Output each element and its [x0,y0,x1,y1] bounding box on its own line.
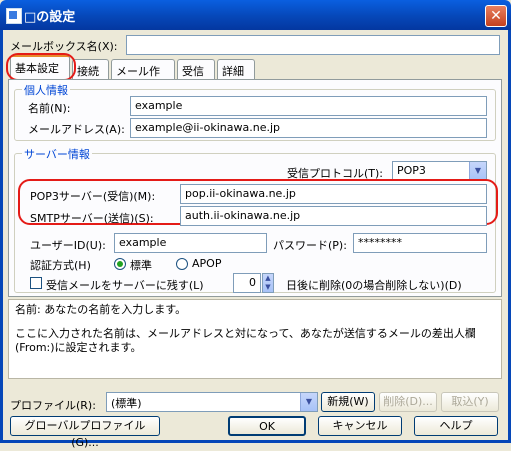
ok-button[interactable]: OK [228,416,306,436]
tab-compose[interactable]: メール作成 [111,59,175,94]
pop3-input[interactable]: pop.ii-okinawa.ne.jp [180,184,487,204]
userid-input[interactable]: example [114,233,267,253]
days-spinner[interactable]: ▲ ▼ [262,273,274,293]
protocol-select[interactable]: POP3 ▼ [392,161,487,181]
tab-receive[interactable]: 受信 [177,59,215,79]
help-button[interactable]: ヘルプ [414,416,498,436]
cancel-button[interactable]: キャンセル [318,416,402,436]
chevron-down-icon[interactable]: ▼ [300,393,317,411]
smtp-label: SMTPサーバー(送信)(S): [30,212,154,225]
description-line-1: 名前: あなたの名前を入力します。 [15,303,187,316]
smtp-input[interactable]: auth.ii-okinawa.ne.jp [180,206,487,226]
days-input[interactable]: 0 [233,273,261,293]
new-profile-button[interactable]: 新規(W) [321,392,375,412]
userid-label: ユーザーID(U): [30,239,106,252]
description-line-2: ここに入力された名前は、メールアドレスと対になって、あなたが送信するメールの差出… [15,327,476,354]
profile-select[interactable]: (標準) ▼ [106,392,318,412]
auth-standard-radio[interactable] [114,258,126,270]
name-label: 名前(N): [28,102,71,115]
name-input[interactable]: example [130,96,487,116]
pop3-label: POP3サーバー(受信)(M): [30,190,156,203]
personal-info-legend: 個人情報 [22,82,70,98]
app-icon [6,8,22,24]
global-profile-button[interactable]: グローバルプロファイル(G)... [10,416,160,449]
auth-apop-label: APOP [192,257,222,270]
description-box: 名前: あなたの名前を入力します。 ここに入力された名前は、メールアドレスと対に… [8,299,502,379]
mailbox-name-label: メールボックス名(X): [10,40,118,53]
server-info-legend: サーバー情報 [22,146,92,162]
tab-connection[interactable]: 接続 [72,59,109,79]
chevron-down-icon[interactable]: ▼ [469,162,486,180]
profile-value: (標準) [111,397,142,410]
tab-highlight-annotation [6,53,76,81]
mailbox-name-input[interactable] [126,35,500,55]
tab-advanced[interactable]: 詳細 [217,59,255,79]
leave-on-server-checkbox[interactable] [30,277,42,289]
email-input[interactable]: example@ii-okinawa.ne.jp [130,118,487,138]
email-label: メールアドレス(A): [28,123,125,136]
password-input[interactable]: ******** [353,233,487,253]
protocol-value: POP3 [397,164,426,177]
profile-label: プロファイル(R): [10,399,96,412]
auth-apop-radio[interactable] [176,258,188,270]
auth-label: 認証方式(H) [30,259,91,272]
window-title: □の設定 [24,10,76,25]
leave-on-server-label: 受信メールをサーバーに残す(L) [46,279,204,292]
close-button[interactable]: ✕ [485,5,507,27]
import-profile-button[interactable]: 取込(Y) [441,392,499,412]
auth-standard-label: 標準 [130,259,152,272]
password-label: パスワード(P): [273,239,347,252]
days-suffix-label: 日後に削除(0の場合削除しない)(D) [286,279,462,292]
title-bar: □の設定 ✕ [0,0,511,30]
delete-profile-button[interactable]: 削除(D)... [379,392,437,412]
